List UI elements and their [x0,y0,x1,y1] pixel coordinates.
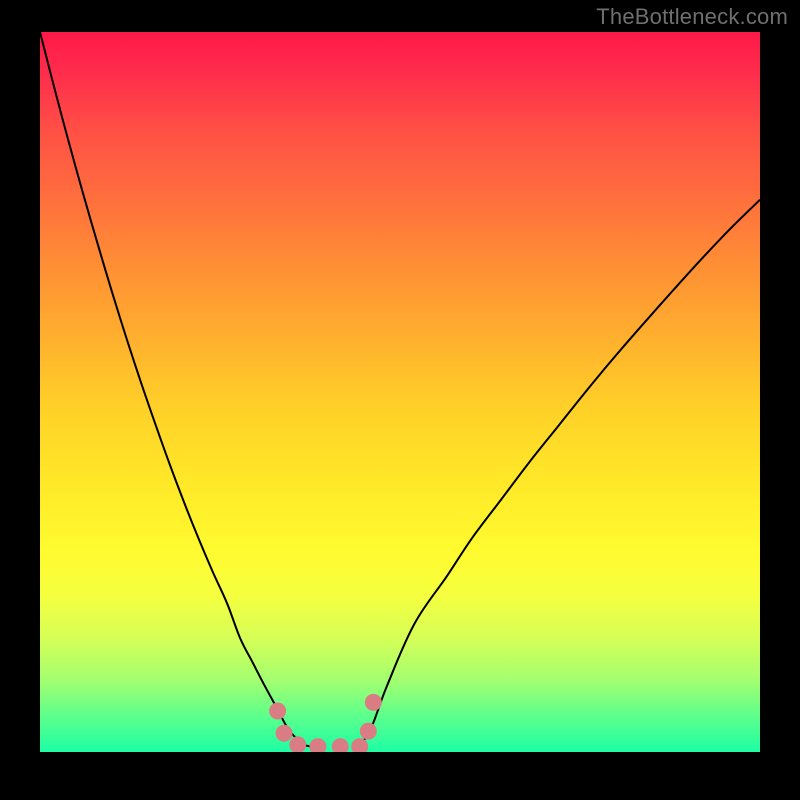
plateau-dot [276,725,293,742]
plateau-dot [360,723,377,740]
plateau-dot [351,738,368,752]
plateau-dot [309,738,326,752]
chart-plot-area [40,32,760,752]
chart-dots [40,32,760,752]
watermark-text: TheBottleneck.com [596,4,788,30]
plateau-dot [289,736,306,752]
plateau-dot [269,702,286,719]
plateau-dot [365,694,382,711]
chart-frame: TheBottleneck.com [0,0,800,800]
plateau-dot [332,738,349,752]
